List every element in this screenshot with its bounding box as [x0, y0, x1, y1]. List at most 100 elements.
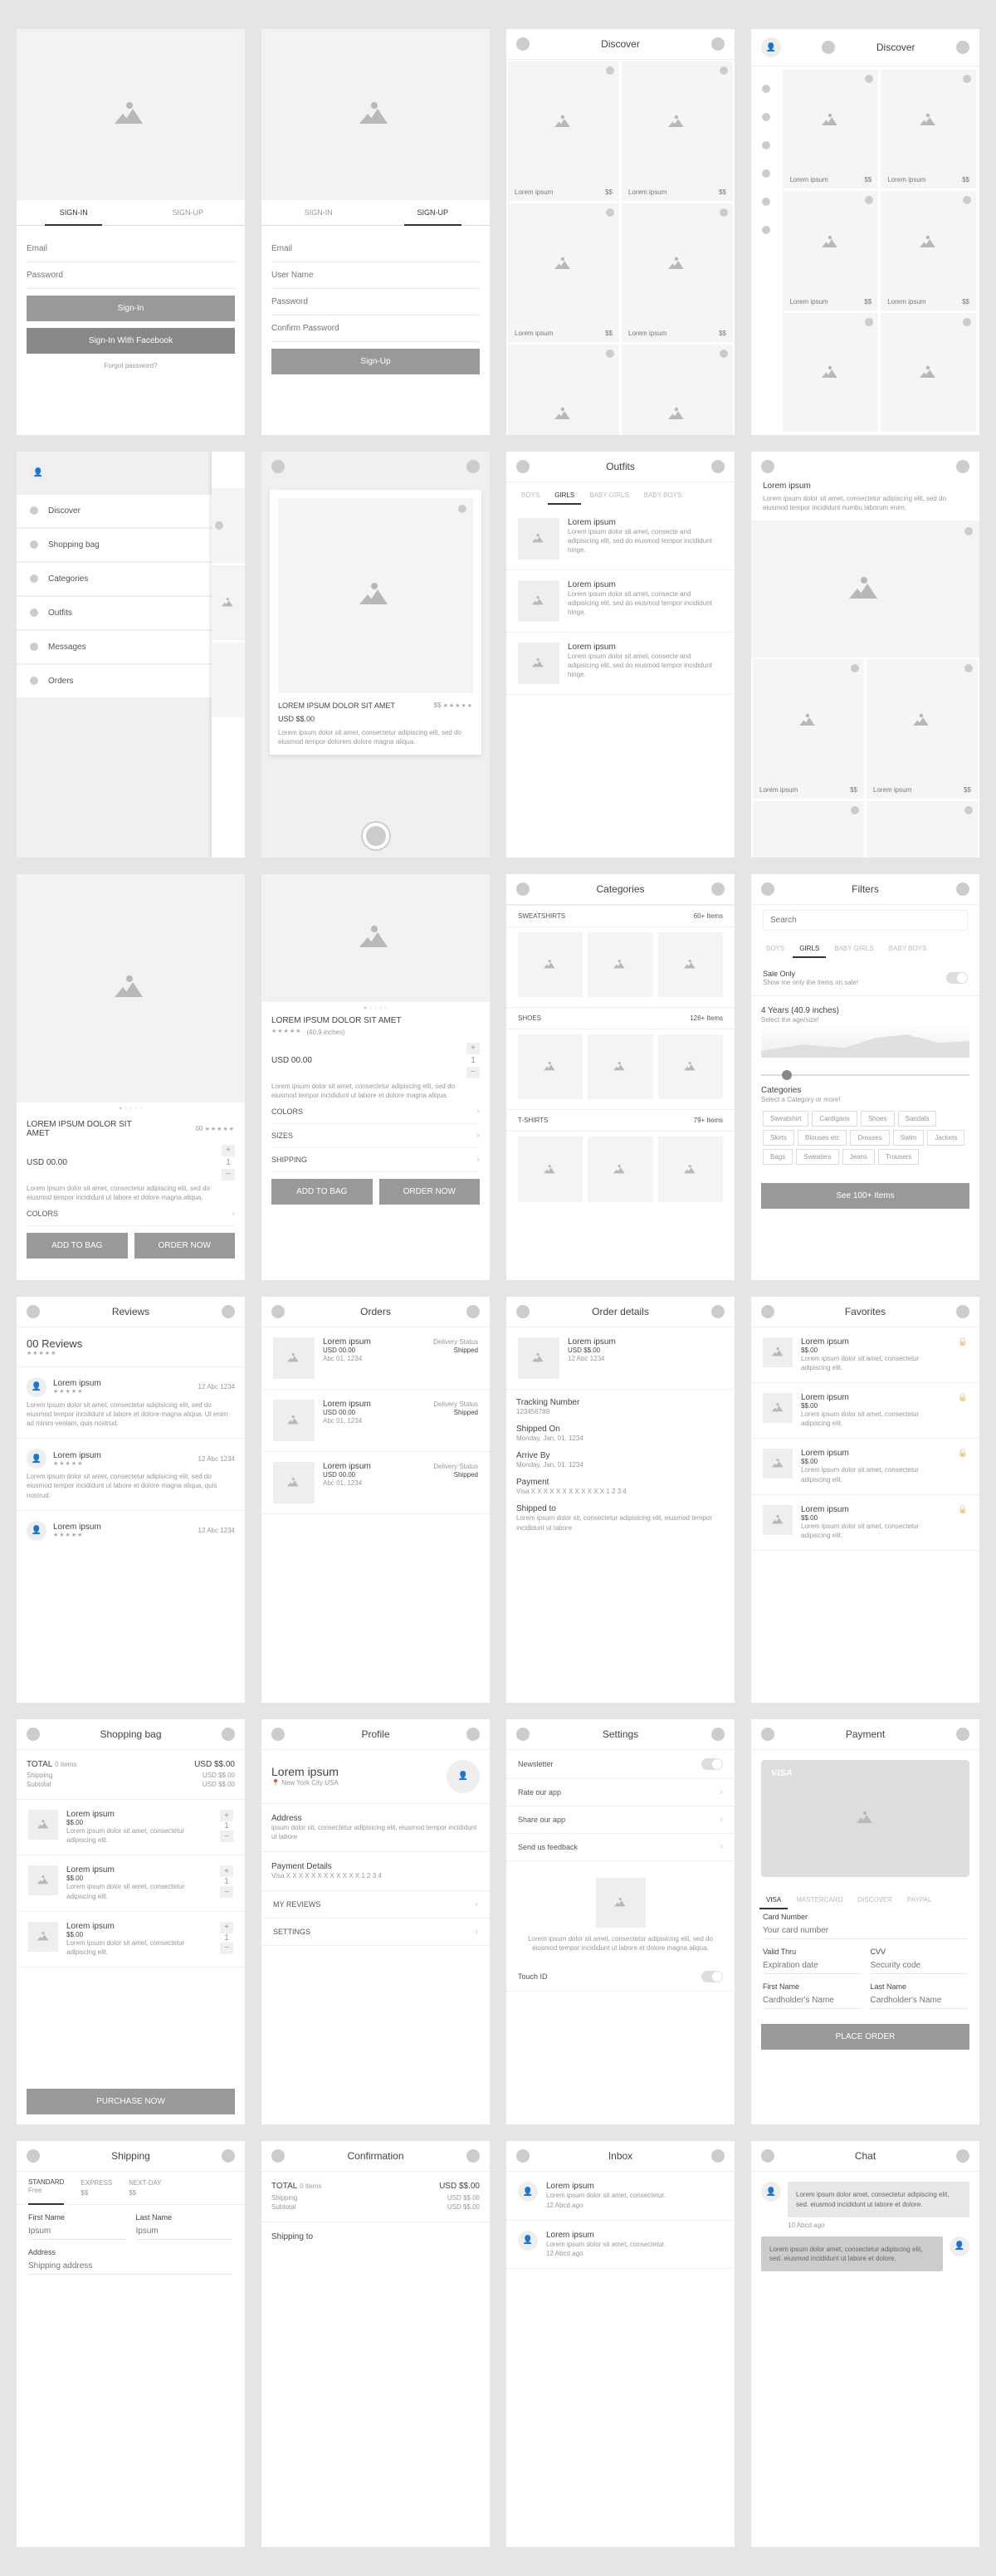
- shipping-tab-nextday[interactable]: NEXT-DAY$$: [129, 2178, 161, 2197]
- tab-signin[interactable]: SIGN-IN: [17, 200, 131, 225]
- bag-icon[interactable]: [958, 1505, 968, 1540]
- shipping-tab-standard[interactable]: STANDARDFree: [28, 2178, 64, 2197]
- category-item[interactable]: [588, 1136, 652, 1201]
- action-icon[interactable]: [822, 41, 835, 54]
- favorite-item[interactable]: Lorem ipsum$$.00Lorem ipsum dolor sit am…: [751, 1327, 979, 1383]
- action-icon[interactable]: [711, 1305, 725, 1318]
- filter-tag[interactable]: Jackets: [927, 1130, 964, 1146]
- product-card[interactable]: [508, 345, 619, 435]
- favorite-item[interactable]: Lorem ipsum$$.00Lorem ipsum dolor sit am…: [751, 1383, 979, 1439]
- age-slider[interactable]: [761, 1074, 969, 1076]
- add-to-bag-button[interactable]: ADD TO BAG: [27, 1233, 128, 1259]
- tab-mastercard[interactable]: MASTERCARD: [789, 1892, 849, 1908]
- forgot-password-link[interactable]: Forgot password?: [27, 362, 235, 369]
- filter-tag[interactable]: Bags: [763, 1149, 793, 1165]
- menu-item-messages[interactable]: Messages: [17, 631, 212, 663]
- filter-tag[interactable]: Shoes: [861, 1111, 895, 1127]
- product-card[interactable]: Lorem ipsum$$: [622, 61, 733, 201]
- category-item[interactable]: [658, 1034, 723, 1099]
- product-card[interactable]: Lorem ipsum$$: [881, 191, 976, 310]
- action-icon[interactable]: [222, 1728, 235, 1741]
- category-item[interactable]: [518, 932, 583, 997]
- category-section[interactable]: SHOES126+ Items: [506, 1007, 735, 1029]
- outfit-item[interactable]: Lorem ipsumLorem ipsum dolor sit amet, c…: [506, 508, 735, 570]
- side-icon[interactable]: [762, 226, 770, 234]
- order-now-button[interactable]: ORDER NOW: [134, 1233, 236, 1259]
- filter-tag[interactable]: Blouses etc: [798, 1130, 847, 1146]
- tab-baby-girls[interactable]: BABY GIRLS: [828, 941, 880, 956]
- action-icon[interactable]: [956, 2149, 969, 2163]
- category-item[interactable]: [588, 932, 652, 997]
- menu-item-outfits[interactable]: Outfits: [17, 597, 212, 629]
- back-icon[interactable]: [761, 1305, 774, 1318]
- product-card[interactable]: Lorem ipsum$$: [881, 70, 976, 188]
- fav-icon[interactable]: [606, 66, 614, 75]
- purchase-button[interactable]: PURCHASE NOW: [27, 2089, 235, 2114]
- product-card[interactable]: [881, 313, 976, 432]
- avatar-icon[interactable]: 👤: [28, 463, 48, 483]
- action-icon[interactable]: [466, 2149, 480, 2163]
- menu-item-categories[interactable]: Categories: [17, 563, 212, 595]
- fav-icon[interactable]: [458, 505, 466, 513]
- back-icon[interactable]: [516, 1305, 530, 1318]
- inbox-item[interactable]: 👤Lorem ipsumLorem ipsum dolor sit amet, …: [506, 2172, 735, 2220]
- profile-avatar[interactable]: 👤: [447, 1760, 480, 1793]
- tab-discover[interactable]: DISCOVER: [851, 1892, 899, 1908]
- category-item[interactable]: [588, 1034, 652, 1099]
- qty-stepper[interactable]: +1−: [466, 1043, 480, 1078]
- fav-icon[interactable]: [964, 527, 973, 535]
- back-icon[interactable]: [271, 1305, 285, 1318]
- tab-signup[interactable]: SIGN-UP: [131, 200, 246, 225]
- tab-baby-girls[interactable]: BABY GIRLS: [583, 487, 635, 503]
- signup-button[interactable]: Sign-Up: [271, 349, 480, 374]
- shipping-tab-express[interactable]: EXPRESS$$: [81, 2178, 112, 2197]
- tab-girls[interactable]: GIRLS: [548, 487, 581, 503]
- side-icon[interactable]: [762, 141, 770, 149]
- product-card[interactable]: [753, 801, 864, 858]
- back-icon[interactable]: [761, 460, 774, 473]
- newsletter-toggle[interactable]: [701, 1758, 723, 1770]
- side-icon[interactable]: [762, 198, 770, 206]
- password-input[interactable]: [27, 262, 235, 289]
- tab-baby-boys[interactable]: BABY BOYS: [637, 487, 689, 503]
- qty-stepper[interactable]: +1−: [222, 1145, 235, 1180]
- camera-button[interactable]: [363, 823, 389, 849]
- product-card[interactable]: Lorem ipsum$$: [753, 659, 864, 799]
- bag-icon[interactable]: [958, 1393, 968, 1428]
- qty-stepper[interactable]: +1−: [220, 1922, 233, 1957]
- action-icon[interactable]: [956, 41, 969, 54]
- action-icon[interactable]: [956, 460, 969, 473]
- action-icon[interactable]: [711, 2149, 725, 2163]
- first-name-input[interactable]: [763, 1992, 861, 2009]
- category-section[interactable]: SWEATSHIRTS60+ Items: [506, 905, 735, 927]
- product-card[interactable]: Lorem ipsum$$: [783, 191, 878, 310]
- sale-toggle[interactable]: [946, 972, 968, 984]
- side-icon[interactable]: [762, 113, 770, 121]
- fav-icon[interactable]: [606, 208, 614, 217]
- tab-boys[interactable]: BOYS: [759, 941, 791, 956]
- product-card[interactable]: Lorem ipsum$$: [508, 203, 619, 343]
- avatar-icon[interactable]: 👤: [761, 37, 781, 57]
- address-input[interactable]: [28, 2258, 233, 2275]
- my-reviews-link[interactable]: MY REVIEWS›: [261, 1891, 490, 1919]
- order-item[interactable]: Lorem ipsumUSD 00.00Abc 01, 1234 Deliver…: [261, 1390, 490, 1452]
- favorite-item[interactable]: Lorem ipsum$$.00Lorem ipsum dolor sit am…: [751, 1439, 979, 1494]
- inbox-item[interactable]: 👤Lorem ipsumLorem ipsum dolor sit amet, …: [506, 2221, 735, 2269]
- category-item[interactable]: [658, 1136, 723, 1201]
- back-icon[interactable]: [271, 1728, 285, 1741]
- menu-item-bag[interactable]: Shopping bag: [17, 529, 212, 561]
- action-icon[interactable]: [711, 37, 725, 51]
- back-icon[interactable]: [761, 882, 774, 896]
- back-icon[interactable]: [761, 1728, 774, 1741]
- expiry-input[interactable]: [763, 1958, 861, 1974]
- category-item[interactable]: [518, 1136, 583, 1201]
- rate-app-link[interactable]: Rate our app›: [506, 1779, 735, 1806]
- product-card[interactable]: [622, 345, 733, 435]
- email-input[interactable]: [271, 236, 480, 262]
- tab-boys[interactable]: BOYS: [515, 487, 546, 503]
- filter-tag[interactable]: Sweaters: [796, 1149, 838, 1165]
- action-icon[interactable]: [222, 1305, 235, 1318]
- first-name-input[interactable]: [28, 2223, 126, 2240]
- action-icon[interactable]: [466, 460, 480, 473]
- action-icon[interactable]: [466, 1728, 480, 1741]
